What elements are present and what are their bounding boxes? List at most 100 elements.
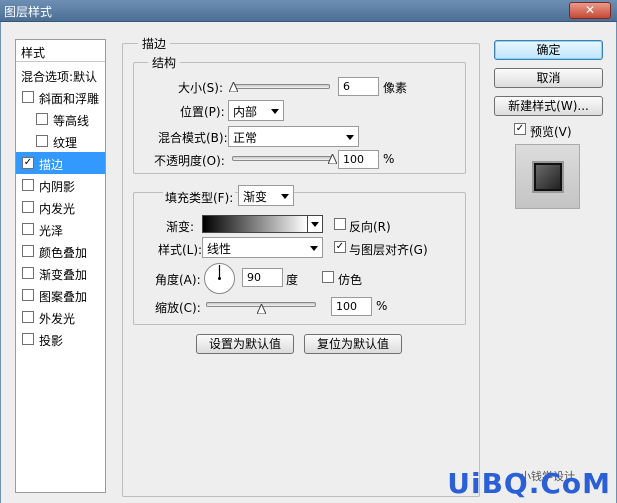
preview-label: 预览(V) [530, 125, 572, 139]
scale-unit: % [376, 299, 388, 313]
style-preview [515, 144, 580, 209]
size-label: 大小(S): [178, 81, 224, 95]
sidebar-item-label: 光泽 [39, 224, 64, 238]
opacity-label: 不透明度(O): [154, 154, 225, 168]
window-title: 图层样式 [4, 5, 53, 19]
reverse-checkbox[interactable] [334, 218, 346, 230]
sidebar-item[interactable]: 等高线 [16, 108, 105, 130]
blend-mode-select[interactable]: 正常 [228, 126, 359, 147]
sidebar-item-label: 内阴影 [39, 180, 76, 194]
position-value: 内部 [233, 105, 258, 119]
chevron-down-icon [310, 246, 318, 251]
sidebar-item-label: 颜色叠加 [39, 246, 88, 260]
sidebar-item-label: 图案叠加 [39, 290, 88, 304]
size-input[interactable]: 6 [338, 77, 379, 96]
title-bar: 图层样式 ✕ [0, 0, 617, 22]
sidebar-item-checkbox[interactable]: ✓ [22, 157, 34, 169]
styles-list: 样式 混合选项:默认斜面和浮雕等高线纹理 ✓ 描边内阴影内发光光泽颜色叠加渐变叠加图… [15, 39, 106, 493]
fill-type-label: 填充类型(F): [163, 189, 236, 206]
sidebar-item[interactable]: 渐变叠加 [16, 262, 105, 284]
sidebar-item-checkbox[interactable] [22, 311, 34, 323]
sidebar-item[interactable]: 内发光 [16, 196, 105, 218]
opacity-slider-track[interactable] [232, 156, 332, 161]
size-slider-track[interactable] [232, 84, 330, 89]
sidebar-item[interactable]: 图案叠加 [16, 284, 105, 306]
sidebar-item[interactable]: 光泽 [16, 218, 105, 240]
sidebar-item-label: 内发光 [39, 202, 76, 216]
scale-label: 缩放(C): [155, 301, 201, 315]
sidebar-item-label: 投影 [39, 334, 64, 348]
preview-swatch [534, 163, 562, 191]
opacity-input[interactable]: 100 [338, 150, 379, 169]
sidebar-item-checkbox[interactable] [22, 223, 34, 235]
angle-input[interactable]: 90 [242, 268, 283, 287]
gradient-style-value: 线性 [207, 242, 232, 256]
sidebar-item-label: 外发光 [39, 312, 76, 326]
gradient-label: 渐变: [166, 220, 195, 234]
cancel-button[interactable]: 取消 [494, 68, 603, 88]
opacity-slider-thumb[interactable] [327, 154, 337, 164]
sidebar-item-checkbox[interactable] [36, 113, 48, 125]
reverse-label: 反向(R) [349, 220, 391, 234]
sidebar-item-label: 等高线 [53, 114, 90, 128]
gradient-style-select[interactable]: 线性 [202, 237, 323, 258]
sidebar-item-checkbox[interactable] [22, 201, 34, 213]
sidebar-item-checkbox[interactable] [22, 333, 34, 345]
scale-slider-thumb[interactable] [256, 304, 266, 314]
gradient-picker[interactable] [202, 215, 308, 233]
sidebar-item-label: 混合选项:默认 [21, 70, 98, 84]
align-layer-label: 与图层对齐(G) [349, 243, 428, 257]
align-layer-checkbox[interactable]: ✓ [334, 241, 346, 253]
angle-unit: 度 [286, 273, 299, 287]
position-label: 位置(P): [180, 105, 225, 119]
sidebar-item[interactable]: 内阴影 [16, 174, 105, 196]
fill-type-value: 渐变 [243, 190, 268, 204]
watermark-logo: UiBQ.CoM [447, 467, 611, 500]
blend-mode-value: 正常 [233, 131, 258, 145]
sidebar-item-checkbox[interactable] [22, 289, 34, 301]
chevron-down-icon [311, 222, 319, 227]
close-button[interactable]: ✕ [569, 2, 611, 19]
style-label: 样式(L): [158, 243, 203, 257]
sidebar-item-checkbox[interactable] [22, 91, 34, 103]
styles-header[interactable]: 样式 [16, 40, 105, 62]
sidebar-item[interactable]: 纹理 [16, 130, 105, 152]
make-default-button[interactable]: 设置为默认值 [196, 334, 294, 354]
size-slider-thumb[interactable] [229, 82, 239, 92]
sidebar-item-checkbox[interactable] [22, 267, 34, 279]
sidebar-item-label: 纹理 [53, 136, 78, 150]
angle-label: 角度(A): [155, 273, 201, 287]
ok-button[interactable]: 确定 [494, 40, 603, 60]
new-style-button[interactable]: 新建样式(W)... [494, 96, 603, 116]
reset-default-button[interactable]: 复位为默认值 [304, 334, 402, 354]
gradient-dropdown[interactable] [307, 215, 323, 233]
chevron-down-icon [346, 135, 354, 140]
sidebar-item[interactable]: 颜色叠加 [16, 240, 105, 262]
sidebar-item[interactable]: 混合选项:默认 [16, 64, 105, 86]
chevron-down-icon [271, 109, 279, 114]
opacity-unit: % [383, 152, 395, 166]
preview-checkbox[interactable]: ✓ [514, 123, 526, 135]
structure-group-title: 结构 [148, 54, 181, 71]
position-select[interactable]: 内部 [228, 100, 284, 121]
angle-dial[interactable] [203, 262, 236, 295]
sidebar-item-checkbox[interactable] [22, 245, 34, 257]
sidebar-item-label: 描边 [39, 158, 64, 172]
sidebar-item[interactable]: 投影 [16, 328, 105, 350]
fill-type-select[interactable]: 渐变 [238, 185, 294, 206]
sidebar-item-label: 渐变叠加 [39, 268, 88, 282]
scale-input[interactable]: 100 [331, 297, 372, 316]
sidebar-item-checkbox[interactable] [36, 135, 48, 147]
blend-mode-label: 混合模式(B): [158, 131, 228, 145]
sidebar-item[interactable]: ✓ 描边 [16, 152, 105, 174]
dither-checkbox[interactable] [322, 271, 334, 283]
size-unit: 像素 [383, 81, 408, 95]
sidebar-item-label: 斜面和浮雕 [39, 92, 100, 106]
sidebar-item[interactable]: 外发光 [16, 306, 105, 328]
sidebar-item-checkbox[interactable] [22, 179, 34, 191]
stroke-group-title: 描边 [138, 35, 171, 52]
sidebar-item[interactable]: 斜面和浮雕 [16, 86, 105, 108]
chevron-down-icon [281, 194, 289, 199]
dither-label: 仿色 [338, 273, 363, 287]
styles-header-label: 样式 [21, 46, 46, 60]
